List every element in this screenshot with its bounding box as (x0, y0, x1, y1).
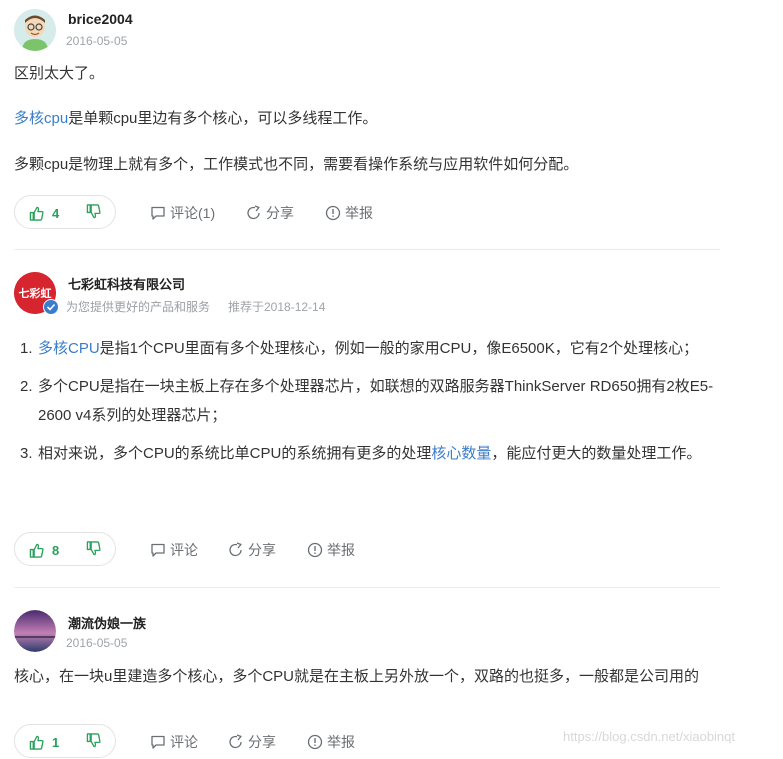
thumbs-up-icon (29, 543, 44, 558)
core-count-link[interactable]: 核心数量 (431, 445, 491, 462)
share-button[interactable]: 分享 (228, 540, 276, 560)
share-icon (229, 542, 242, 557)
paragraph-text: 是单颗cpu里边有多个核心，可以多线程工作。 (68, 110, 378, 127)
list-item: 3. 相对来说，多个CPU的系统比单CPU的系统拥有更多的处理核心数量，能应付更… (14, 439, 720, 468)
answer-item: brice2004 2016-05-05 区别太大了。 多核cpu是单颗cpu里… (14, 0, 720, 249)
multicore-cpu-link[interactable]: 多核cpu (14, 110, 68, 127)
vote-pill: 4 (14, 195, 116, 229)
answer-list-ordered: 1. 多核CPU是指1个CPU里面有多个处理核心，例如一般的家用CPU，像E65… (14, 334, 720, 477)
list-item: 1. 多核CPU是指1个CPU里面有多个处理核心，例如一般的家用CPU，像E65… (14, 334, 720, 363)
list-text: ，能应付更大的数量处理工作。 (491, 445, 702, 462)
share-label: 分享 (248, 542, 276, 558)
verified-icon (43, 299, 59, 315)
share-label: 分享 (248, 734, 276, 750)
downvote-button[interactable] (86, 733, 101, 753)
list-text: 是指1个CPU里面有多个处理核心，例如一般的家用CPU，像E6500K，它有2个… (99, 340, 699, 357)
share-icon (229, 734, 242, 749)
recommend-date: 推荐于2018-12-14 (228, 300, 326, 314)
list-text: 多个CPU是指在一块主板上存在多个处理器芯片，如联想的双路服务器ThinkSer… (38, 378, 714, 424)
upvote-button[interactable]: 8 (29, 540, 59, 560)
list-text: 相对来说，多个CPU的系统比单CPU的系统拥有更多的处理 (38, 445, 432, 462)
report-label: 举报 (345, 205, 373, 221)
report-icon (307, 542, 323, 558)
username[interactable]: brice2004 (68, 11, 133, 27)
share-icon (247, 205, 260, 220)
avatar[interactable] (14, 9, 56, 51)
answer-header: brice2004 2016-05-05 (14, 0, 720, 54)
downvote-button[interactable] (86, 204, 101, 224)
comment-icon (151, 206, 165, 220)
report-icon (325, 205, 341, 221)
thumbs-down-icon (86, 541, 101, 556)
vote-pill: 1 (14, 724, 116, 758)
list-item: 2. 多个CPU是指在一块主板上存在多个处理器芯片，如联想的双路服务器Think… (14, 372, 720, 430)
avatar-logo-text: 七彩虹 (19, 286, 52, 300)
comment-label: 评论 (170, 734, 198, 750)
answer-actions: 8 评论 分享 举报 (14, 532, 720, 566)
avatar[interactable] (14, 610, 56, 652)
vote-pill: 8 (14, 532, 116, 566)
vote-count: 8 (52, 542, 60, 558)
username[interactable]: 七彩虹科技有限公司 (68, 274, 185, 293)
comment-button[interactable]: 评论(1) (150, 203, 215, 223)
vote-count: 4 (52, 205, 60, 221)
company-subtitle: 为您提供更好的产品和服务 (66, 300, 211, 314)
thumbs-down-icon (86, 733, 101, 748)
answer-date: 2016-05-05 (66, 636, 128, 650)
downvote-button[interactable] (86, 541, 101, 561)
upvote-button[interactable]: 4 (29, 203, 59, 223)
report-button[interactable]: 举报 (307, 732, 355, 752)
answer-paragraph: 多核cpu是单颗cpu里边有多个核心，可以多线程工作。 (14, 105, 377, 133)
comment-icon (151, 543, 165, 557)
answer-paragraph: 核心，在一块u里建造多个核心，多个CPU就是在主板上另外放一个，双路的也挺多，一… (14, 668, 700, 685)
answer-date: 2016-05-05 (66, 34, 128, 48)
answer-paragraph: 区别太大了。 (14, 65, 105, 82)
thumbs-up-icon (29, 206, 44, 221)
report-label: 举报 (327, 542, 355, 558)
list-number: 2. (20, 378, 33, 395)
thumbs-up-icon (29, 735, 44, 750)
report-button[interactable]: 举报 (307, 540, 355, 560)
answer-list: brice2004 2016-05-05 区别太大了。 多核cpu是单颗cpu里… (14, 0, 720, 759)
multicore-cpu-link[interactable]: 多核CPU (38, 340, 100, 357)
comment-label: 评论 (170, 542, 198, 558)
report-label: 举报 (327, 734, 355, 750)
share-label: 分享 (266, 205, 294, 221)
comment-button[interactable]: 评论 (150, 540, 198, 560)
watermark: https://blog.csdn.net/xiaobinqt (563, 729, 736, 744)
list-number: 3. (20, 445, 33, 462)
report-button[interactable]: 举报 (325, 203, 373, 223)
report-icon (307, 734, 323, 750)
answer-item: 七彩虹 七彩虹科技有限公司 为您提供更好的产品和服务 推荐于2018-12-14… (14, 249, 720, 587)
vote-count: 1 (52, 734, 60, 750)
share-button[interactable]: 分享 (246, 203, 294, 223)
upvote-button[interactable]: 1 (29, 732, 59, 752)
thumbs-down-icon (86, 204, 101, 219)
share-button[interactable]: 分享 (228, 732, 276, 752)
list-number: 1. (20, 340, 33, 357)
comment-label: 评论(1) (170, 205, 216, 221)
answer-actions: 4 评论(1) 分享 举报 (14, 195, 720, 229)
username[interactable]: 潮流伪娘一族 (68, 613, 146, 632)
comment-icon (151, 735, 165, 749)
answer-paragraph: 多颗cpu是物理上就有多个，工作模式也不同，需要看操作系统与应用软件如何分配。 (14, 156, 579, 173)
comment-button[interactable]: 评论 (150, 732, 198, 752)
